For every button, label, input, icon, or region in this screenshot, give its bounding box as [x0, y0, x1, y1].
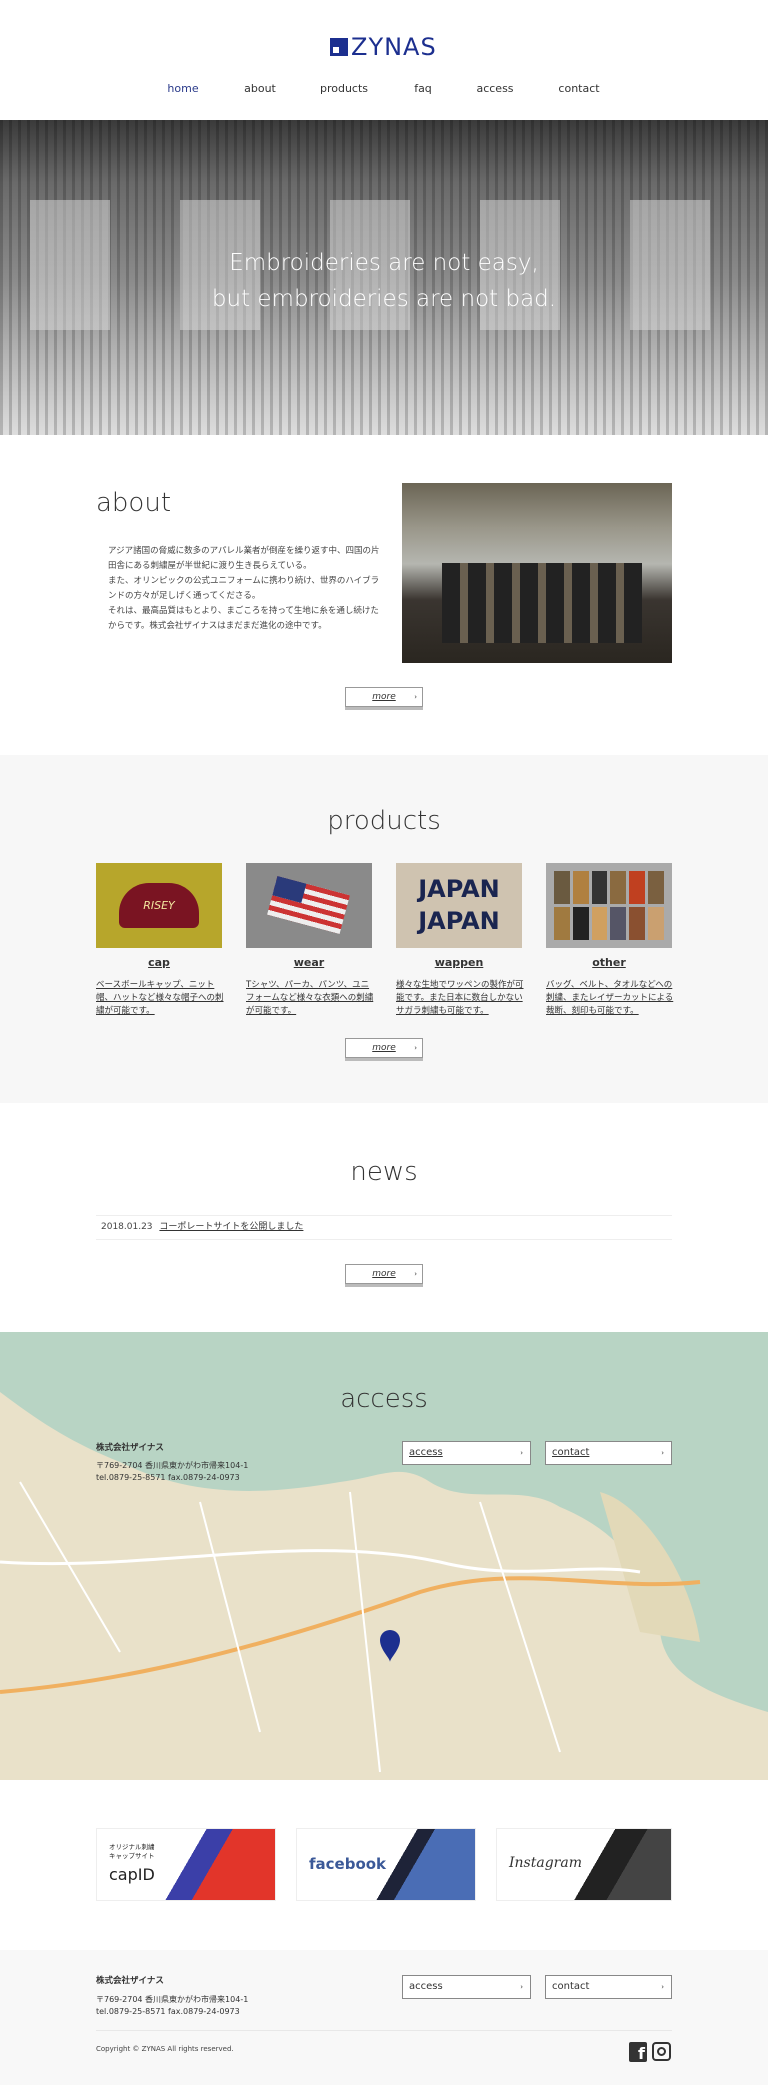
nav-access[interactable]: access: [476, 82, 513, 95]
footer-access-button[interactable]: access ›: [402, 1975, 531, 1999]
nav-faq[interactable]: faq: [414, 82, 432, 95]
news-title: news: [350, 1157, 418, 1187]
news-more-button[interactable]: more ›: [345, 1264, 423, 1284]
news-date: 2018.01.23: [101, 1222, 153, 1232]
access-tel: tel.0879-25-8571 fax.0879-24-0973: [96, 1473, 240, 1482]
product-desc-other[interactable]: バッグ、ベルト、タオルなどへの刺繍、またレイザーカットによる裁断、刻印も可能です…: [546, 979, 674, 1018]
product-image-cap[interactable]: RISEY: [96, 863, 222, 948]
hero-line-1: Embroideries are not easy,: [229, 250, 539, 276]
news-link[interactable]: コーポレートサイトを公開しました: [159, 1222, 303, 1232]
product-image-other[interactable]: [546, 863, 672, 948]
about-staff-photo: [402, 483, 672, 663]
footer-address: 〒769-2704 香川県東かがわ市帰来104-1: [96, 1995, 249, 2004]
logo[interactable]: ZYNAS: [330, 35, 440, 59]
nav-about[interactable]: about: [244, 82, 276, 95]
nav-products[interactable]: products: [320, 82, 368, 95]
footer-contact-button[interactable]: contact ›: [545, 1975, 672, 1999]
product-image-wappen[interactable]: JAPAN JAPAN: [396, 863, 522, 948]
nav-contact[interactable]: contact: [558, 82, 599, 95]
nav-home[interactable]: home: [167, 82, 198, 95]
about-title: about: [96, 488, 172, 518]
product-desc-wear[interactable]: Tシャツ、パーカ、パンツ、ユニフォームなど様々な衣類への刺繍が可能です。: [246, 979, 374, 1018]
access-title: access: [340, 1384, 428, 1414]
logo-mark-icon: [330, 38, 348, 56]
product-title-cap[interactable]: cap: [96, 956, 222, 969]
facebook-icon[interactable]: f: [629, 2042, 647, 2062]
capid-banner[interactable]: オリジナル刺繍キャップサイト capID: [96, 1828, 276, 1901]
product-title-wear[interactable]: wear: [246, 956, 372, 969]
instagram-icon[interactable]: [652, 2042, 671, 2061]
contact-button[interactable]: contact ›: [545, 1441, 672, 1465]
access-company: 株式会社ザイナス: [96, 1443, 164, 1453]
about-text: アジア諸国の脅威に数多のアパレル業者が倒産を繰り返す中、四国の片 田舎にある刺繍屋…: [108, 546, 380, 631]
instagram-banner[interactable]: Instagram: [496, 1828, 672, 1901]
product-desc-wappen[interactable]: 様々な生地でワッペンの製作が可能です。また日本に数台しかないサガラ刺繍も可能です…: [396, 979, 524, 1018]
product-desc-cap[interactable]: ベースボールキャップ、ニット帽、ハットなど様々な帽子への刺繍が可能です。: [96, 979, 224, 1018]
product-title-other[interactable]: other: [546, 956, 672, 969]
hero-banner: Embroideries are not easy, but embroider…: [0, 120, 768, 435]
about-more-button[interactable]: more ›: [345, 687, 423, 707]
hero-line-2: but embroideries are not bad.: [211, 286, 557, 312]
product-image-wear[interactable]: [246, 863, 372, 948]
copyright: Copyright © ZYNAS All rights reserved.: [96, 2045, 234, 2053]
footer-divider: [96, 2030, 672, 2031]
facebook-banner[interactable]: facebook: [296, 1828, 476, 1901]
products-title: products: [327, 806, 441, 836]
access-address: 〒769-2704 香川県東かがわ市帰来104-1: [96, 1461, 249, 1470]
news-list-item: 2018.01.23 コーポレートサイトを公開しました: [96, 1215, 672, 1240]
footer-company: 株式会社ザイナス: [96, 1976, 164, 1986]
product-title-wappen[interactable]: wappen: [396, 956, 522, 969]
footer-tel: tel.0879-25-8571 fax.0879-24-0973: [96, 2007, 240, 2016]
products-more-button[interactable]: more ›: [345, 1038, 423, 1058]
access-button[interactable]: access ›: [402, 1441, 531, 1465]
footer: [0, 1950, 768, 2085]
